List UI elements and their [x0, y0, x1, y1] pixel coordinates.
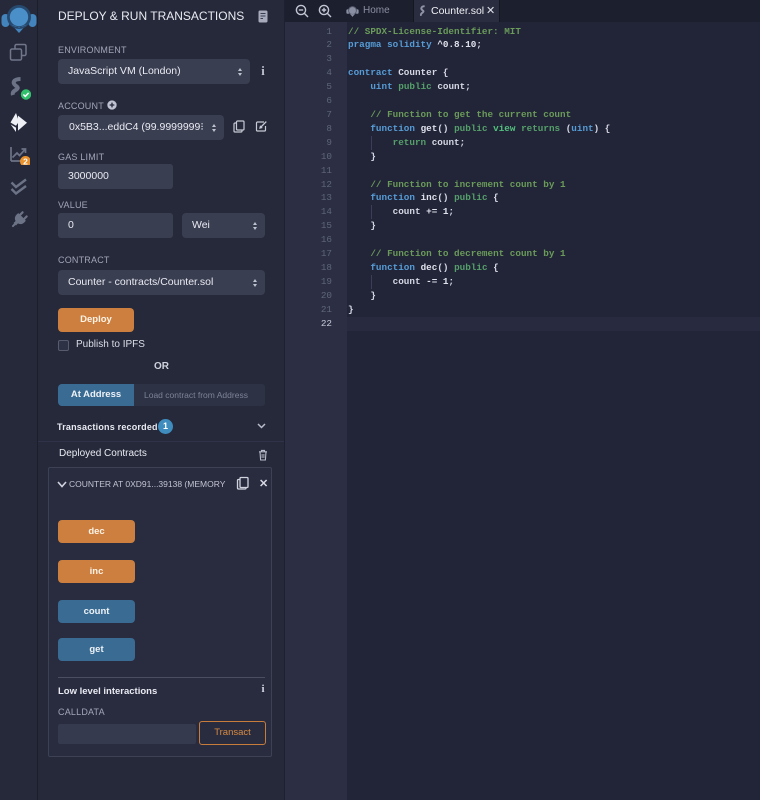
svg-text:2: 2 [23, 157, 28, 166]
